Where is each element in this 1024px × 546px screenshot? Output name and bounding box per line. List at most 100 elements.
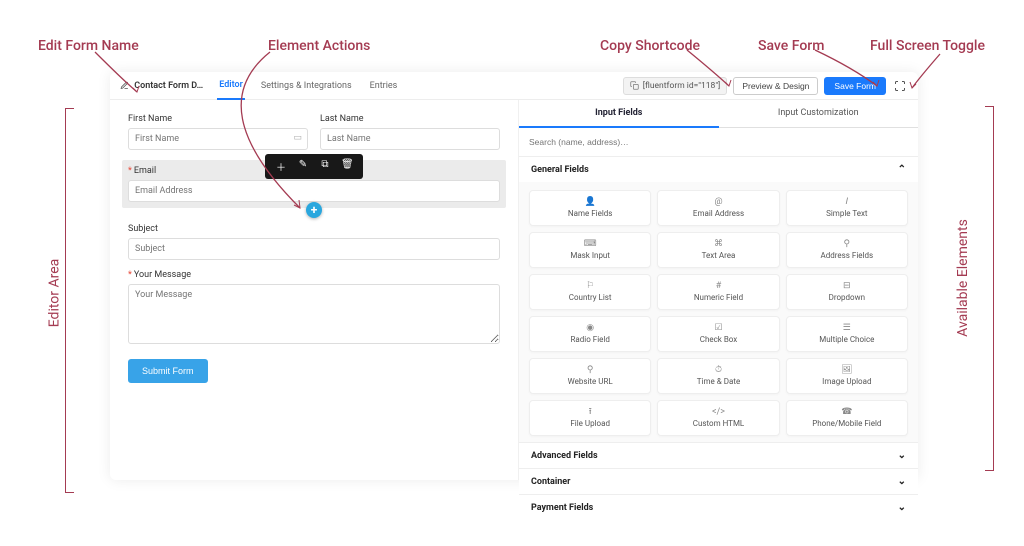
field-icon: 👤 — [585, 198, 596, 207]
field-icon: # — [716, 282, 722, 291]
field-icon: @ — [714, 198, 722, 207]
editor-area[interactable]: First Name ▭ Last Name *Email ＋ ✎ — [110, 100, 518, 480]
field-subject[interactable]: Subject — [128, 224, 500, 260]
field-card-label: Country List — [569, 293, 612, 302]
field-card-label: Email Address — [693, 209, 744, 218]
chevron-down-icon: ⌄ — [898, 502, 906, 513]
fullscreen-icon — [894, 80, 906, 92]
field-card-label: Multiple Choice — [819, 335, 874, 344]
field-card-label: Check Box — [700, 335, 738, 344]
last-name-label: Last Name — [320, 114, 500, 124]
shortcode-box[interactable]: [fluentform id="118"] — [623, 77, 728, 95]
section-general[interactable]: General Fields ⌃ — [519, 156, 918, 182]
field-card[interactable]: 𝐼Simple Text — [786, 190, 908, 226]
email-input[interactable] — [128, 180, 500, 202]
section-advanced[interactable]: Advanced Fields ⌄ — [519, 442, 918, 468]
action-delete-icon[interactable]: 🗑 — [341, 159, 353, 174]
field-card[interactable]: ◉ Radio Field — [529, 316, 651, 352]
tab-settings[interactable]: Settings & Integrations — [259, 72, 354, 100]
chevron-down-icon: ⌄ — [898, 450, 906, 461]
field-card-label: Custom HTML — [693, 419, 745, 428]
field-icon: ⊟ — [843, 282, 851, 291]
subject-input[interactable] — [128, 238, 500, 260]
field-card-label: Image Upload — [822, 377, 871, 386]
field-card[interactable]: # Numeric Field — [657, 274, 779, 310]
field-last-name[interactable]: Last Name — [320, 114, 500, 150]
field-first-name[interactable]: First Name ▭ — [128, 114, 308, 150]
field-card[interactable]: ⌨ Mask Input — [529, 232, 651, 268]
annotation-edit-form-name: Edit Form Name — [38, 38, 139, 54]
bracket-right — [993, 106, 994, 471]
field-icon: ⌨ — [584, 240, 597, 249]
annotation-element-actions: Element Actions — [268, 38, 370, 54]
bracket-left — [65, 108, 66, 493]
field-card[interactable]: ⭱ File Upload — [529, 400, 651, 436]
first-name-label: First Name — [128, 114, 308, 124]
section-container[interactable]: Container ⌄ — [519, 468, 918, 494]
field-icon: 🖼 — [841, 366, 852, 375]
message-label: *Your Message — [128, 270, 500, 280]
field-card[interactable]: ⚲ Address Fields — [786, 232, 908, 268]
action-edit-icon[interactable]: ✎ — [297, 159, 309, 174]
field-card[interactable]: ⚐ Country List — [529, 274, 651, 310]
annotation-save-form: Save Form — [758, 38, 824, 54]
search-fields-row — [519, 128, 918, 156]
field-card[interactable]: ⏱Time & Date — [657, 358, 779, 394]
field-card-label: Mask Input — [570, 251, 610, 260]
field-icon: ⚐ — [586, 282, 594, 291]
copy-icon — [630, 81, 639, 90]
field-card[interactable]: ☎Phone/Mobile Field — [786, 400, 908, 436]
field-email-selected[interactable]: *Email ＋ ✎ ⧉ 🗑 + — [122, 160, 506, 208]
search-fields-input[interactable] — [529, 133, 908, 151]
annotation-available-elements: Available Elements — [955, 219, 971, 337]
field-grid: 👤 Name Fields @ Email Address 𝐼Simple Text ⌨ M… — [519, 182, 918, 442]
field-card-label: Address Fields — [821, 251, 874, 260]
panel-tab-customization[interactable]: Input Customization — [719, 100, 919, 128]
field-card-label: Numeric Field — [694, 293, 743, 302]
action-copy-icon[interactable]: ⧉ — [319, 159, 331, 174]
field-icon: ⚲ — [844, 240, 851, 249]
tab-entries[interactable]: Entries — [368, 72, 400, 100]
form-builder-app: Contact Form D… Editor Settings & Integr… — [110, 72, 918, 480]
annotation-fullscreen-toggle: Full Screen Toggle — [870, 38, 985, 54]
field-card[interactable]: ⚲Website URL — [529, 358, 651, 394]
fullscreen-button[interactable] — [892, 78, 908, 94]
field-icon: ◉ — [586, 324, 594, 333]
field-icon: ⭱ — [589, 408, 592, 417]
add-field-dot[interactable]: + — [306, 202, 322, 218]
submit-button[interactable]: Submit Form — [128, 359, 208, 383]
field-message[interactable]: *Your Message — [128, 270, 500, 347]
preview-button[interactable]: Preview & Design — [733, 77, 818, 95]
section-payment[interactable]: Payment Fields ⌄ — [519, 494, 918, 520]
field-card[interactable]: 🖼 Image Upload — [786, 358, 908, 394]
tab-editor[interactable]: Editor — [217, 72, 245, 100]
card-icon: ▭ — [293, 133, 302, 143]
field-card[interactable]: </> Custom HTML — [657, 400, 779, 436]
element-actions-popup: ＋ ✎ ⧉ 🗑 — [265, 154, 363, 179]
field-card-label: Website URL — [568, 377, 613, 386]
field-icon: </> — [712, 408, 725, 417]
chevron-up-icon: ⌃ — [898, 164, 906, 175]
field-card-label: File Upload — [570, 419, 610, 428]
form-name[interactable]: Contact Form D… — [120, 81, 203, 91]
field-card-label: Name Fields — [568, 209, 613, 218]
field-card-label: Radio Field — [570, 335, 609, 344]
field-card-label: Time & Date — [697, 377, 740, 386]
chevron-down-icon: ⌄ — [898, 476, 906, 487]
message-input[interactable] — [128, 284, 500, 344]
field-icon: ⌘ — [714, 240, 723, 249]
panel-tab-input-fields[interactable]: Input Fields — [519, 100, 719, 128]
field-card[interactable]: ⊟Dropdown — [786, 274, 908, 310]
field-card[interactable]: @ Email Address — [657, 190, 779, 226]
last-name-input[interactable] — [320, 128, 500, 150]
field-card-label: Text Area — [702, 251, 736, 260]
field-card[interactable]: 👤 Name Fields — [529, 190, 651, 226]
field-icon: ☰ — [843, 324, 851, 333]
field-icon: ☎ — [841, 408, 852, 417]
field-card[interactable]: ☑Check Box — [657, 316, 779, 352]
first-name-input[interactable] — [128, 128, 308, 150]
action-add-icon[interactable]: ＋ — [275, 159, 287, 174]
field-card[interactable]: ☰ Multiple Choice — [786, 316, 908, 352]
save-button[interactable]: Save Form — [824, 77, 886, 95]
field-card[interactable]: ⌘ Text Area — [657, 232, 779, 268]
